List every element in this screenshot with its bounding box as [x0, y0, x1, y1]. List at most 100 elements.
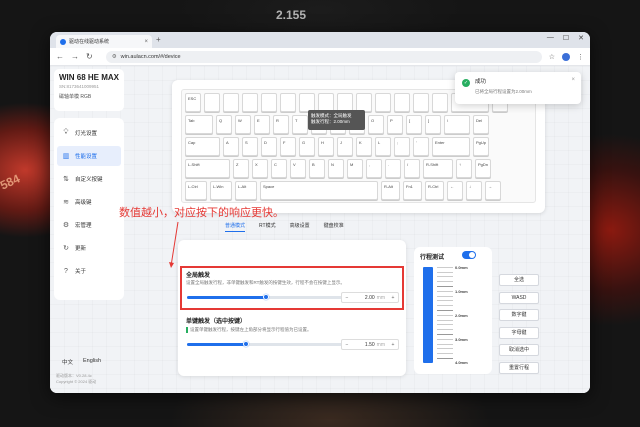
- sidebar-item-lighting[interactable]: 💡︎ 灯光设置: [57, 123, 121, 143]
- key[interactable]: T: [292, 115, 308, 134]
- key[interactable]: Z: [233, 159, 249, 178]
- url-field[interactable]: ⚙ win.aulacn.com/#/device: [105, 50, 542, 63]
- key[interactable]: F: [280, 137, 296, 156]
- stepper-value[interactable]: 1.50: [352, 342, 377, 348]
- key[interactable]: ;: [394, 137, 410, 156]
- key[interactable]: ←: [447, 181, 463, 200]
- key[interactable]: [375, 93, 391, 112]
- key[interactable]: L-Alt: [235, 181, 257, 200]
- site-info-icon[interactable]: ⚙: [112, 54, 117, 60]
- select-letter-keys-button[interactable]: 字母键: [499, 326, 539, 339]
- sidebar-item-performance[interactable]: ▥ 性能设置: [57, 146, 121, 166]
- global-trigger-slider[interactable]: [187, 294, 345, 300]
- key[interactable]: →: [485, 181, 501, 200]
- select-wasd-button[interactable]: WASD: [499, 291, 539, 304]
- key[interactable]: Q: [216, 115, 232, 134]
- back-icon[interactable]: ←: [56, 52, 64, 61]
- key[interactable]: R-Ctrl: [425, 181, 444, 200]
- decrement-button[interactable]: −: [342, 295, 352, 301]
- slider-knob[interactable]: [243, 341, 250, 347]
- key[interactable]: [432, 93, 448, 112]
- reset-travel-button[interactable]: 重置行程: [499, 361, 539, 374]
- key[interactable]: R-Alt: [381, 181, 400, 200]
- key[interactable]: Space: [260, 181, 378, 200]
- key[interactable]: D: [261, 137, 277, 156]
- toast-close-icon[interactable]: ×: [571, 77, 575, 83]
- key[interactable]: [394, 93, 410, 112]
- close-window-icon[interactable]: ✕: [578, 34, 584, 42]
- increment-button[interactable]: +: [388, 342, 398, 348]
- stepper-value[interactable]: 2.00: [352, 295, 377, 301]
- key[interactable]: Enter: [432, 137, 470, 156]
- key[interactable]: C: [271, 159, 287, 178]
- key[interactable]: H: [318, 137, 334, 156]
- key[interactable]: Fn1: [403, 181, 422, 200]
- tab-advanced[interactable]: 高级设置: [290, 222, 310, 232]
- key[interactable]: ': [413, 137, 429, 156]
- key[interactable]: [223, 93, 239, 112]
- tab-close-icon[interactable]: ×: [144, 39, 148, 45]
- browser-menu-icon[interactable]: ⋮: [577, 53, 584, 61]
- key[interactable]: PgUp: [473, 137, 489, 156]
- key[interactable]: L-Win: [210, 181, 232, 200]
- key[interactable]: S: [242, 137, 258, 156]
- minimize-icon[interactable]: —: [547, 34, 554, 42]
- profile-avatar[interactable]: [562, 52, 570, 61]
- key[interactable]: B: [309, 159, 325, 178]
- key[interactable]: L: [375, 137, 391, 156]
- key[interactable]: Tab: [185, 115, 213, 134]
- key[interactable]: [261, 93, 277, 112]
- key[interactable]: ]: [425, 115, 441, 134]
- travel-test-toggle[interactable]: [462, 251, 476, 259]
- sidebar-item-about[interactable]: ? 关于: [57, 261, 121, 281]
- key[interactable]: M: [347, 159, 363, 178]
- key[interactable]: Cap: [185, 137, 220, 156]
- key[interactable]: [204, 93, 220, 112]
- sidebar-item-update[interactable]: ↻ 更新: [57, 238, 121, 258]
- browser-tab[interactable]: 驱动在线驱动系统 ×: [56, 35, 152, 48]
- key[interactable]: R: [273, 115, 289, 134]
- slider-knob[interactable]: [263, 294, 269, 300]
- key[interactable]: ↓: [466, 181, 482, 200]
- key[interactable]: P: [387, 115, 403, 134]
- key[interactable]: \: [444, 115, 470, 134]
- forward-icon[interactable]: →: [71, 52, 79, 61]
- deselect-button[interactable]: 取消选中: [499, 344, 539, 356]
- key[interactable]: E: [254, 115, 270, 134]
- key[interactable]: N: [328, 159, 344, 178]
- maximize-icon[interactable]: ☐: [563, 34, 569, 42]
- sidebar-item-advanced-keys[interactable]: ≋ 高级键: [57, 192, 121, 212]
- lang-en[interactable]: English: [83, 358, 101, 366]
- new-tab-icon[interactable]: +: [156, 35, 161, 44]
- increment-button[interactable]: +: [388, 295, 398, 301]
- key[interactable]: [242, 93, 258, 112]
- key[interactable]: R-Shift: [423, 159, 453, 178]
- key[interactable]: PgDn: [475, 159, 491, 178]
- tab-rt-mode[interactable]: RT模式: [259, 222, 276, 232]
- key[interactable]: L-Ctrl: [185, 181, 207, 200]
- single-trigger-slider[interactable]: [187, 341, 345, 347]
- key[interactable]: [280, 93, 296, 112]
- select-all-button[interactable]: 全选: [499, 274, 539, 286]
- key[interactable]: .: [385, 159, 401, 178]
- bookmark-star-icon[interactable]: ☆: [549, 53, 555, 61]
- decrement-button[interactable]: −: [342, 342, 352, 348]
- tab-calibration[interactable]: 键盘校准: [324, 222, 344, 232]
- key[interactable]: [: [406, 115, 422, 134]
- key[interactable]: V: [290, 159, 306, 178]
- key[interactable]: O: [368, 115, 384, 134]
- key[interactable]: Del: [473, 115, 489, 134]
- key[interactable]: [413, 93, 429, 112]
- sidebar-item-key-remap[interactable]: ⇅ 自定义按键: [57, 169, 121, 189]
- key[interactable]: ,: [366, 159, 382, 178]
- key[interactable]: W: [235, 115, 251, 134]
- key[interactable]: J: [337, 137, 353, 156]
- key[interactable]: ↑: [456, 159, 472, 178]
- reload-icon[interactable]: ↻: [86, 52, 93, 61]
- tab-normal-mode[interactable]: 普通模式: [225, 222, 246, 232]
- key[interactable]: A: [223, 137, 239, 156]
- key[interactable]: G: [299, 137, 315, 156]
- key[interactable]: ESC: [185, 93, 201, 112]
- key[interactable]: L-Shift: [185, 159, 230, 178]
- key[interactable]: K: [356, 137, 372, 156]
